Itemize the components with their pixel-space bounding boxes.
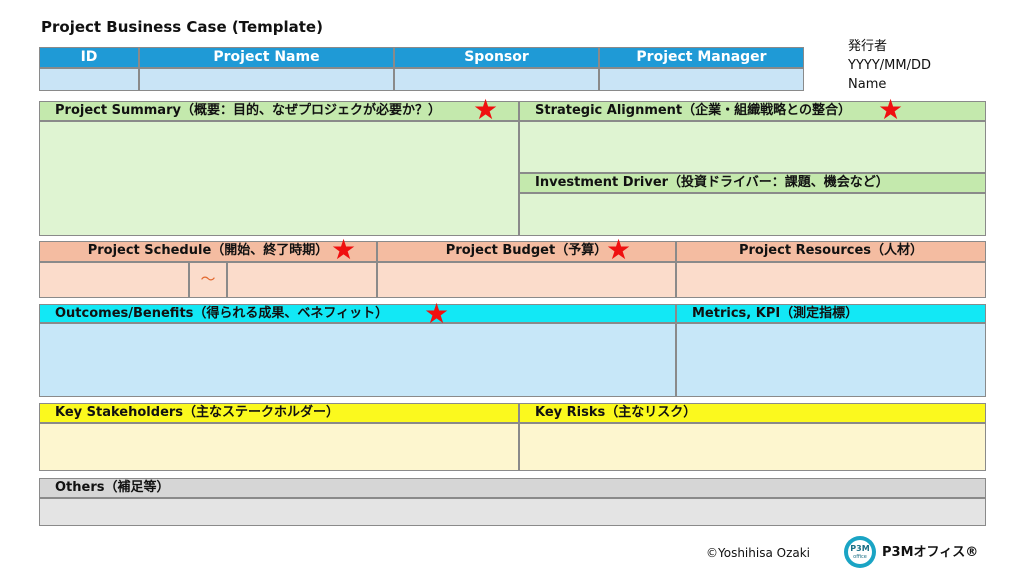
schedule-start-field[interactable] — [39, 262, 189, 298]
star-icon-budget: ★ — [606, 233, 632, 266]
project-summary-field[interactable] — [39, 121, 519, 236]
others-header: Others（補足等） — [39, 478, 986, 498]
id-field[interactable] — [39, 68, 139, 91]
project-resources-label: Project Resources（人材） — [738, 243, 923, 258]
star-icon-summary: ★ — [473, 93, 499, 126]
star-icon-strategic: ★ — [878, 93, 904, 126]
strategic-alignment-header: Strategic Alignment（企業・組織戦略との整合） — [519, 101, 986, 121]
project-name-field[interactable] — [139, 68, 394, 91]
investment-driver-label: Investment Driver（投資ドライバー：課題、機会など） — [535, 175, 889, 190]
p3m-logo-inner: P3M office — [848, 540, 872, 564]
project-budget-label: Project Budget（予算） — [445, 243, 608, 258]
metrics-kpi-header: Metrics, KPI（測定指標） — [676, 304, 986, 323]
key-stakeholders-label: Key Stakeholders（主なステークホルダー） — [55, 405, 340, 420]
outcomes-benefits-field[interactable] — [39, 323, 676, 397]
project-resources-header: Project Resources（人材） — [676, 241, 986, 262]
metrics-kpi-field[interactable] — [676, 323, 986, 397]
schedule-separator-cell: ～ — [189, 262, 227, 298]
issuer-date: YYYY/MM/DD — [848, 58, 931, 73]
project-name-header: Project Name — [139, 47, 394, 68]
key-risks-field[interactable] — [519, 423, 986, 471]
page-title: Project Business Case (Template) — [41, 18, 323, 36]
star-icon-schedule: ★ — [331, 233, 357, 266]
others-field[interactable] — [39, 498, 986, 526]
project-manager-field[interactable] — [599, 68, 804, 91]
p3m-logo-badge-sub: office — [853, 554, 867, 560]
issuer-name: Name — [848, 77, 887, 92]
project-budget-header: Project Budget（予算） — [377, 241, 676, 262]
outcomes-benefits-header: Outcomes/Benefits（得られる成果、ベネフィット） — [39, 304, 676, 323]
outcomes-benefits-label: Outcomes/Benefits（得られる成果、ベネフィット） — [55, 306, 389, 321]
brand-name: P3Mオフィス® — [882, 545, 979, 560]
project-schedule-label: Project Schedule（開始、終了時期） — [87, 243, 329, 258]
strategic-alignment-label: Strategic Alignment（企業・組織戦略との整合） — [535, 103, 852, 118]
key-risks-header: Key Risks（主なリスク） — [519, 403, 986, 423]
project-manager-header: Project Manager — [599, 47, 804, 68]
id-header: ID — [39, 47, 139, 68]
schedule-end-field[interactable] — [227, 262, 377, 298]
project-resources-field[interactable] — [676, 262, 986, 298]
sponsor-field[interactable] — [394, 68, 599, 91]
investment-driver-header: Investment Driver（投資ドライバー：課題、機会など） — [519, 173, 986, 193]
schedule-tilde: ～ — [200, 270, 216, 288]
others-label: Others（補足等） — [55, 480, 170, 495]
p3m-logo-badge-text: P3M — [850, 544, 870, 553]
project-summary-label: Project Summary（概要：目的、なぜプロジェクが必要か？） — [55, 103, 441, 118]
project-summary-header: Project Summary（概要：目的、なぜプロジェクが必要か？） — [39, 101, 519, 121]
issuer-label: 発行者 — [848, 39, 888, 54]
investment-driver-field[interactable] — [519, 193, 986, 236]
key-stakeholders-header: Key Stakeholders（主なステークホルダー） — [39, 403, 519, 423]
sponsor-header: Sponsor — [394, 47, 599, 68]
strategic-alignment-field[interactable] — [519, 121, 986, 173]
project-schedule-header: Project Schedule（開始、終了時期） — [39, 241, 377, 262]
project-budget-field[interactable] — [377, 262, 676, 298]
copyright-text: ©Yoshihisa Ozaki — [706, 546, 811, 560]
p3m-logo-icon: P3M office — [844, 536, 876, 568]
key-stakeholders-field[interactable] — [39, 423, 519, 471]
metrics-kpi-label: Metrics, KPI（測定指標） — [692, 306, 859, 321]
key-risks-label: Key Risks（主なリスク） — [535, 405, 697, 420]
